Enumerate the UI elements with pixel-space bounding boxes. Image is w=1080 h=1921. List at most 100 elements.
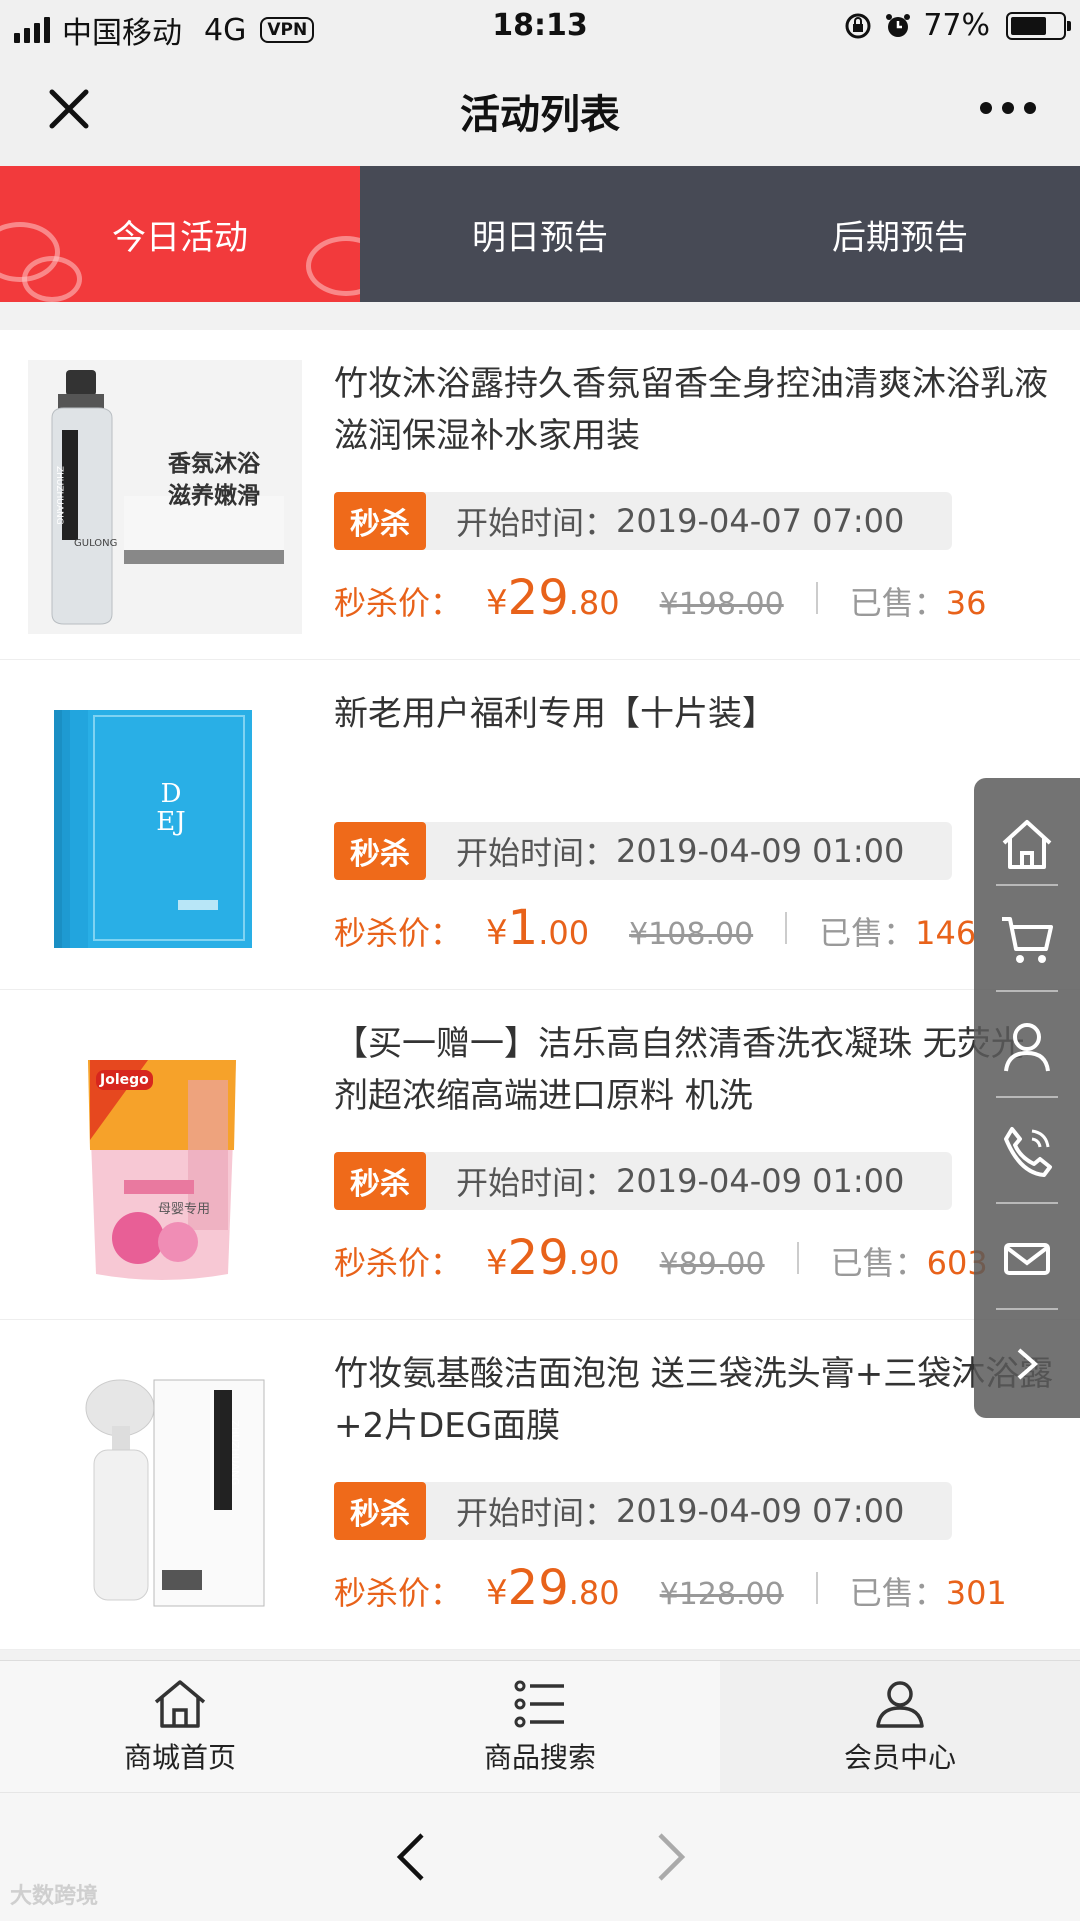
page-title: 活动列表 (460, 92, 620, 138)
browser-back-button[interactable] (392, 1829, 432, 1889)
divider (996, 1202, 1058, 1204)
price-integer: 1 (507, 900, 539, 956)
thumb-text: 母婴专用 (158, 1202, 211, 1217)
tab-label: 后期预告 (832, 217, 968, 258)
status-right: 77% (843, 8, 1071, 43)
price-decimal: .00 (538, 914, 590, 952)
divider (996, 1096, 1058, 1098)
bottom-tab-member[interactable]: 会员中心 (720, 1661, 1080, 1793)
seckill-badge: 秒杀 (334, 1482, 426, 1540)
time-label: 开始时间： (456, 834, 617, 872)
time-label: 开始时间： (456, 1164, 617, 1202)
side-cart-button[interactable] (974, 892, 1080, 988)
sold-count: 301 (945, 1574, 1007, 1612)
price-integer: 29 (507, 1560, 569, 1616)
time-value: 2019-04-09 01:00 (616, 832, 905, 870)
cloud-decor (306, 236, 360, 296)
nav-bar: 活动列表 (0, 52, 1080, 166)
price-line: 秒杀价： ¥ 29 .80 ¥198.00 已售： 36 (334, 570, 986, 626)
side-phone-button[interactable] (974, 1104, 1080, 1200)
more-dot-icon (980, 102, 992, 114)
list-icon (514, 1680, 564, 1728)
bottom-tab-search[interactable]: 商品搜索 (360, 1661, 720, 1793)
time-label: 开始时间： (456, 1494, 617, 1532)
bottom-tab-bar: 商城首页 商品搜索 会员中心 (0, 1660, 1080, 1793)
user-icon (876, 1681, 924, 1728)
sold-label: 已售： (849, 584, 946, 622)
time-label: 开始时间： (456, 504, 617, 542)
battery-percent: 77% (923, 8, 990, 43)
seckill-badge: 秒杀 (334, 822, 426, 880)
tab-tomorrow[interactable]: 明日预告 (360, 166, 720, 302)
price-label: 秒杀价： (334, 914, 463, 952)
divider (785, 912, 788, 944)
cloud-decor (22, 256, 82, 302)
original-price: ¥128.00 (659, 1577, 784, 1612)
thumb-text: ZHUZHUANG (229, 1420, 240, 1486)
divider (796, 1242, 799, 1274)
product-title: 新老用户福利专用【十片装】 (334, 694, 776, 734)
browser-nav-bar (0, 1792, 1080, 1921)
side-collapse-button[interactable] (974, 1316, 1080, 1412)
price-label: 秒杀价： (334, 584, 463, 622)
price-currency: ¥ (486, 1573, 508, 1613)
phone-icon (1004, 1127, 1052, 1177)
more-dot-icon (1002, 102, 1014, 114)
bottom-tab-label: 商城首页 (123, 1741, 236, 1774)
time-value: 2019-04-09 01:00 (616, 1162, 905, 1200)
divider (815, 1572, 818, 1604)
product-image: Jolego 母婴专用 (28, 1020, 302, 1294)
price-integer: 29 (507, 570, 569, 626)
sold-count: 36 (945, 584, 987, 622)
rotation-lock-icon (845, 13, 871, 38)
activity-list: 香氛沐浴 滋养嫩滑 GULONG ZHUZHUANG 竹妆沐浴露持久香氛留香全身… (0, 330, 1080, 1650)
start-time-bar: 秒杀 开始时间： 2019-04-07 07:00 (334, 492, 952, 550)
tab-today[interactable]: 今日活动 (0, 166, 360, 302)
price-currency: ¥ (486, 583, 508, 623)
divider (996, 884, 1058, 886)
mail-icon (1004, 1243, 1050, 1275)
side-home-button[interactable] (974, 796, 1080, 892)
product-title: 竹妆沐浴露持久香氛留香全身控油清爽沐浴乳液滋润保湿补水家用装 (334, 364, 1048, 456)
price-label: 秒杀价： (334, 1244, 463, 1282)
battery-icon (1006, 11, 1071, 40)
list-item[interactable]: ZHUZHUANG 竹妆氨基酸洁面泡泡 送三袋洗头膏+三袋沐浴露+2片DEG面膜… (0, 1320, 1080, 1650)
price-line: 秒杀价： ¥ 1 .00 ¥108.00 已售： 146 (334, 900, 976, 956)
more-dot-icon (1024, 102, 1036, 114)
start-time-bar: 秒杀 开始时间： 2019-04-09 01:00 (334, 1152, 952, 1210)
home-icon (1002, 820, 1052, 869)
status-bar: 中国移动 4G VPN 18:13 77% (0, 0, 1080, 52)
sold-label: 已售： (819, 914, 916, 952)
list-item[interactable]: Jolego 母婴专用 【买一赠一】洁乐高自然清香洗衣凝珠 无荧光剂超浓缩高端进… (0, 990, 1080, 1320)
more-button[interactable] (980, 102, 1036, 114)
list-item[interactable]: DEJ 新老用户福利专用【十片装】 秒杀 开始时间： 2019-04-09 01… (0, 660, 1080, 990)
floating-side-menu (974, 778, 1080, 1418)
thumb-text: ZHUZHUANG (54, 466, 64, 525)
watermark: 大数跨境 (10, 1884, 99, 1909)
divider (815, 582, 818, 614)
sold-count: 146 (915, 914, 977, 952)
side-user-button[interactable] (974, 998, 1080, 1094)
sold-label: 已售： (849, 1574, 946, 1612)
original-price: ¥198.00 (659, 587, 784, 622)
price-label: 秒杀价： (334, 1574, 463, 1612)
original-price: ¥89.00 (659, 1247, 765, 1282)
original-price: ¥108.00 (629, 917, 754, 952)
price-currency: ¥ (486, 1243, 508, 1283)
cart-icon (1002, 917, 1053, 963)
side-mail-button[interactable] (974, 1210, 1080, 1306)
price-line: 秒杀价： ¥ 29 .80 ¥128.00 已售： 301 (334, 1560, 1007, 1616)
chevron-left-icon (396, 1833, 424, 1881)
tab-later[interactable]: 后期预告 (720, 166, 1080, 302)
thumb-text: 香氛沐浴 (168, 451, 260, 477)
bottom-tab-label: 商品搜索 (483, 1741, 596, 1774)
divider (996, 990, 1058, 992)
list-item[interactable]: 香氛沐浴 滋养嫩滑 GULONG ZHUZHUANG 竹妆沐浴露持久香氛留香全身… (0, 330, 1080, 660)
product-title: 【买一赠一】洁乐高自然清香洗衣凝珠 无荧光剂超浓缩高端进口原料 机洗 (334, 1024, 1025, 1116)
thumb-text: Jolego (96, 1070, 153, 1090)
price-decimal: .90 (568, 1244, 620, 1282)
start-time-bar: 秒杀 开始时间： 2019-04-09 07:00 (334, 1482, 952, 1540)
browser-forward-button[interactable] (650, 1829, 690, 1889)
bottom-tab-label: 会员中心 (843, 1741, 956, 1774)
bottom-tab-home[interactable]: 商城首页 (0, 1661, 360, 1793)
